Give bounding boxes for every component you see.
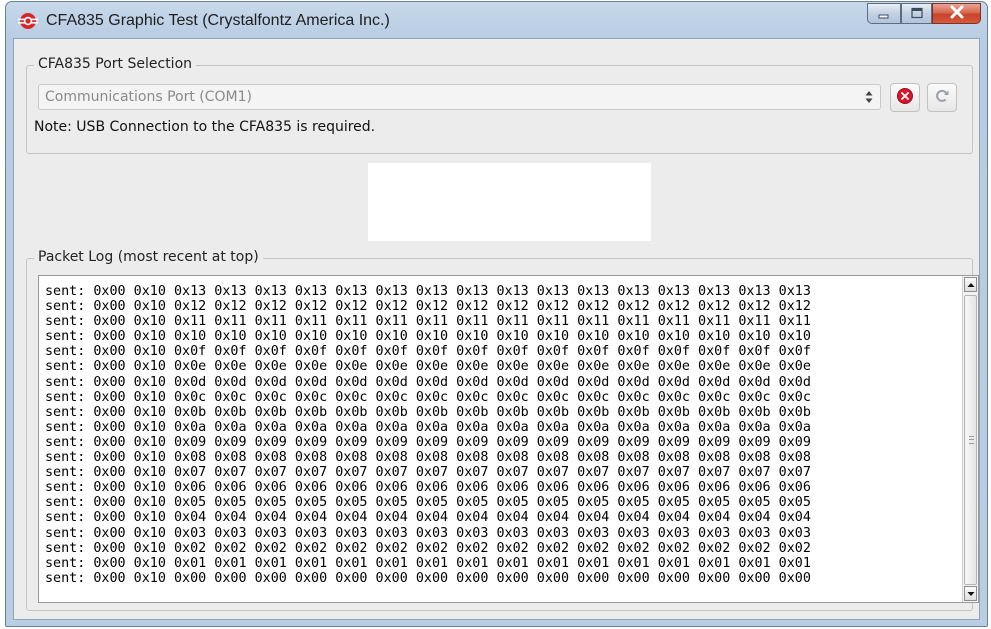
packet-log-content: sent: 0x00 0x10 0x13 0x13 0x13 0x13 0x13… [45,284,811,586]
log-line: sent: 0x00 0x10 0x03 0x03 0x03 0x03 0x03… [45,525,811,541]
scroll-thumb[interactable] [964,295,977,585]
log-line: sent: 0x00 0x10 0x0d 0x0d 0x0d 0x0d 0x0d… [45,374,811,390]
log-line: sent: 0x00 0x10 0x13 0x13 0x13 0x13 0x13… [45,284,811,299]
log-line: sent: 0x00 0x10 0x06 0x06 0x06 0x06 0x06… [45,480,811,496]
log-vertical-scrollbar[interactable] [962,276,978,602]
log-line: sent: 0x00 0x10 0x08 0x08 0x08 0x08 0x08… [45,450,811,466]
scroll-down-arrow-icon [967,591,974,596]
disconnect-button[interactable] [890,83,920,112]
refresh-button[interactable] [927,83,957,112]
log-line: sent: 0x00 0x10 0x05 0x05 0x05 0x05 0x05… [45,495,811,511]
maximize-icon [910,4,924,23]
minimize-button[interactable] [867,3,901,24]
log-line: sent: 0x00 0x10 0x11 0x11 0x11 0x11 0x11… [45,314,811,330]
client-area: CFA835 Port Selection Communications Por… [13,38,980,620]
log-line: sent: 0x00 0x10 0x09 0x09 0x09 0x09 0x09… [45,434,811,450]
maximize-button[interactable] [901,3,932,24]
log-line: sent: 0x00 0x10 0x04 0x04 0x04 0x04 0x04… [45,510,811,526]
scroll-grip-icon [969,436,974,444]
window-title: CFA835 Graphic Test (Crystalfontz Americ… [46,12,390,29]
scroll-up-button[interactable] [964,277,977,292]
port-selection-group-label: CFA835 Port Selection [34,56,197,72]
log-line: sent: 0x00 0x10 0x07 0x07 0x07 0x07 0x07… [45,465,811,481]
log-line: sent: 0x00 0x10 0x00 0x00 0x00 0x00 0x00… [45,570,811,586]
scroll-up-arrow-icon [967,282,974,287]
log-line: sent: 0x00 0x10 0x02 0x02 0x02 0x02 0x02… [45,540,811,556]
log-line: sent: 0x00 0x10 0x10 0x10 0x10 0x10 0x10… [45,329,811,345]
caption-buttons [867,3,981,24]
log-line: sent: 0x00 0x10 0x12 0x12 0x12 0x12 0x12… [45,299,811,315]
log-line: sent: 0x00 0x10 0x0a 0x0a 0x0a 0x0a 0x0a… [45,419,811,435]
scroll-down-button[interactable] [964,586,977,601]
spinner-arrows-icon [864,89,874,105]
log-line: sent: 0x00 0x10 0x0c 0x0c 0x0c 0x0c 0x0c… [45,389,811,405]
usb-connection-note: Note: USB Connection to the CFA835 is re… [34,119,376,135]
port-selection-group: CFA835 Port Selection Communications Por… [26,56,973,154]
close-button[interactable] [932,3,981,24]
packet-log-textarea[interactable]: sent: 0x00 0x10 0x13 0x13 0x13 0x13 0x13… [38,275,979,603]
log-line: sent: 0x00 0x10 0x0b 0x0b 0x0b 0x0b 0x0b… [45,404,811,420]
title-bar[interactable]: CFA835 Graphic Test (Crystalfontz Americ… [6,2,987,38]
port-select[interactable]: Communications Port (COM1) [38,84,881,110]
close-icon [949,4,965,23]
log-line: sent: 0x00 0x10 0x01 0x01 0x01 0x01 0x01… [45,555,811,571]
minimize-icon [877,4,891,23]
app-window: CFA835 Graphic Test (Crystalfontz Americ… [5,1,988,627]
packet-log-group-label: Packet Log (most recent at top) [34,249,263,265]
lcd-preview-area [368,163,651,241]
crystalfontz-app-icon [18,11,38,31]
red-x-circle-icon [896,87,914,109]
log-line: sent: 0x00 0x10 0x0e 0x0e 0x0e 0x0e 0x0e… [45,359,811,375]
refresh-icon [933,87,951,109]
port-select-value: Communications Port (COM1) [45,89,252,105]
log-line: sent: 0x00 0x10 0x0f 0x0f 0x0f 0x0f 0x0f… [45,344,811,360]
packet-log-group: Packet Log (most recent at top) sent: 0x… [26,249,979,611]
